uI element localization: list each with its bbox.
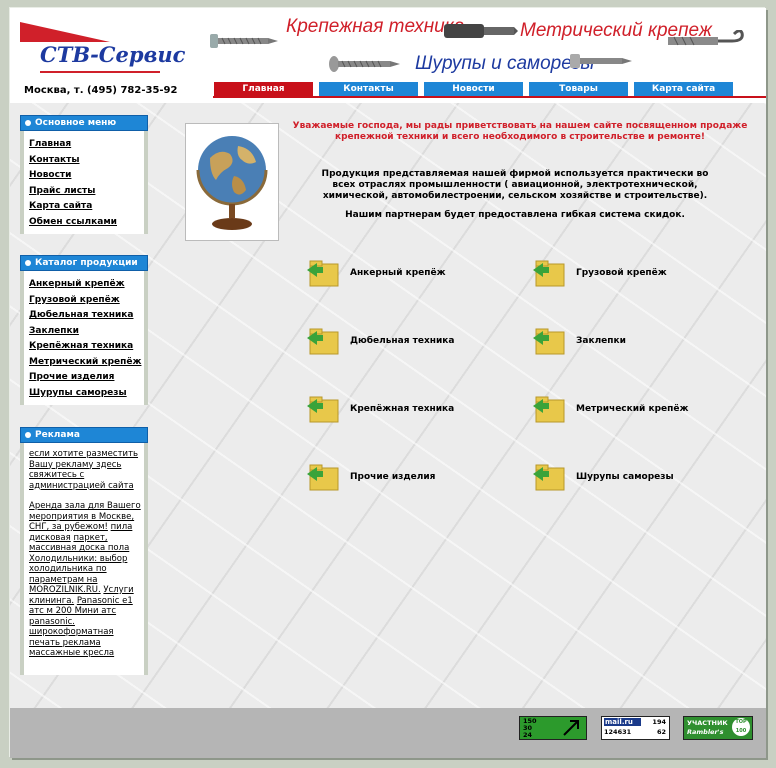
category-anchor[interactable]: Анкерный крепёж [306,256,446,290]
category-screws[interactable]: Шурупы саморезы [532,460,674,494]
main-menu-list: Главная Контакты Новости Прайс листы Кар… [20,131,148,234]
menu-item-sitemap[interactable]: Карта сайта [29,199,141,215]
menu-item-home[interactable]: Главная [29,137,141,153]
globe-image [185,123,279,241]
ads-list: если хотите разместить Вашу рекламу здес… [20,443,148,675]
folder-icon [307,260,339,287]
catalog-item-rivets[interactable]: Заклепки [29,324,141,340]
catalog-header: Каталог продукции [20,255,148,271]
category-other[interactable]: Прочие изделия [306,460,435,494]
category-metric[interactable]: Метрический крепёж [532,392,688,426]
ad-chairs-link[interactable]: массажные кресла [29,648,114,658]
main-menu: Основное меню Главная Контакты Новости П… [20,115,148,234]
bullet-icon [25,431,31,438]
phone-number: Москва, т. (495) 782-35-92 [24,85,178,96]
menu-item-prices[interactable]: Прайс листы [29,184,141,200]
folder-icon [533,328,565,355]
intro-discounts: Нашим партнерам будет предоставлена гибк… [345,210,685,220]
menu-item-links[interactable]: Обмен ссылками [29,215,141,231]
roofing-screw-icon [570,54,632,68]
counter-mailru[interactable]: mail.ru 124631 194 62 [601,716,670,740]
category-dowel[interactable]: Дюбельная техника [306,324,454,358]
counter-stats[interactable]: 150 30 24 [519,716,587,740]
folder-icon [307,328,339,355]
catalog-item-anchor[interactable]: Анкерный крепёж [29,277,141,293]
menu-item-contacts[interactable]: Контакты [29,153,141,169]
intro-description: Продукция представляемая нашей фирмой ис… [321,169,709,201]
category-rivets[interactable]: Заклепки [532,324,626,358]
folder-icon [533,464,565,491]
nav-goods[interactable]: Товары [528,81,629,97]
ads-text: Аренда зала для Вашего мероприятия в Мос… [29,501,141,659]
folder-icon [307,464,339,491]
footer: 150 30 24 mail.ru 124631 194 62 УЧАСТНИК… [10,708,766,758]
bit-icon [444,24,518,38]
counter-rambler[interactable]: УЧАСТНИК Rambler's TOP 100 [683,716,753,740]
slogan-fasteners: Крепежная техника [286,16,465,37]
ad-print-link[interactable]: широкоформатная печать реклама [29,627,114,648]
nav-news[interactable]: Новости [423,81,524,97]
catalog-list: Анкерный крепёж Грузовой крепёж Дюбельна… [20,271,148,405]
self-tapping-screw-icon [329,56,400,72]
logo-underline [40,71,160,73]
page-frame: СТВ-Сервис Москва, т. (495) 782-35-92 Кр… [10,8,766,758]
intro-welcome: Уважаемые господа, мы рады приветствоват… [292,121,748,142]
catalog-item-dowel[interactable]: Дюбельная техника [29,308,141,324]
nav-divider [213,96,766,98]
nav-contacts[interactable]: Контакты [318,81,419,97]
catalog-item-screws[interactable]: Шурупы саморезы [29,386,141,402]
nav-home[interactable]: Главная [213,81,314,97]
menu-item-news[interactable]: Новости [29,168,141,184]
screw-icon [210,34,278,48]
slogan-screws: Шурупы и саморезы [415,53,595,74]
logo[interactable]: СТВ-Сервис [40,42,185,67]
catalog-item-other[interactable]: Прочие изделия [29,370,141,386]
folder-icon [533,260,565,287]
folder-icon [533,396,565,423]
catalog-item-fastening[interactable]: Крепёжная техника [29,339,141,355]
category-fastening[interactable]: Крепёжная техника [306,392,454,426]
bullet-icon [25,119,31,126]
ads-block: Реклама если хотите разместить Вашу рекл… [20,427,148,675]
main-menu-header: Основное меню [20,115,148,131]
category-cargo[interactable]: Грузовой крепёж [532,256,667,290]
catalog-item-metric[interactable]: Метрический крепёж [29,355,141,371]
ad-invite-link[interactable]: если хотите разместить Вашу рекламу здес… [29,449,141,491]
logo-triangle [20,22,110,42]
header: СТВ-Сервис Москва, т. (495) 782-35-92 Кр… [10,8,766,103]
bullet-icon [25,259,31,266]
arrow-icon [563,720,579,736]
folder-icon [307,396,339,423]
catalog-item-cargo[interactable]: Грузовой крепёж [29,293,141,309]
nav-sitemap[interactable]: Карта сайта [633,81,734,97]
catalog-menu: Каталог продукции Анкерный крепёж Грузов… [20,255,148,405]
ads-header: Реклама [20,427,148,443]
anchor-hook-icon [668,30,744,46]
